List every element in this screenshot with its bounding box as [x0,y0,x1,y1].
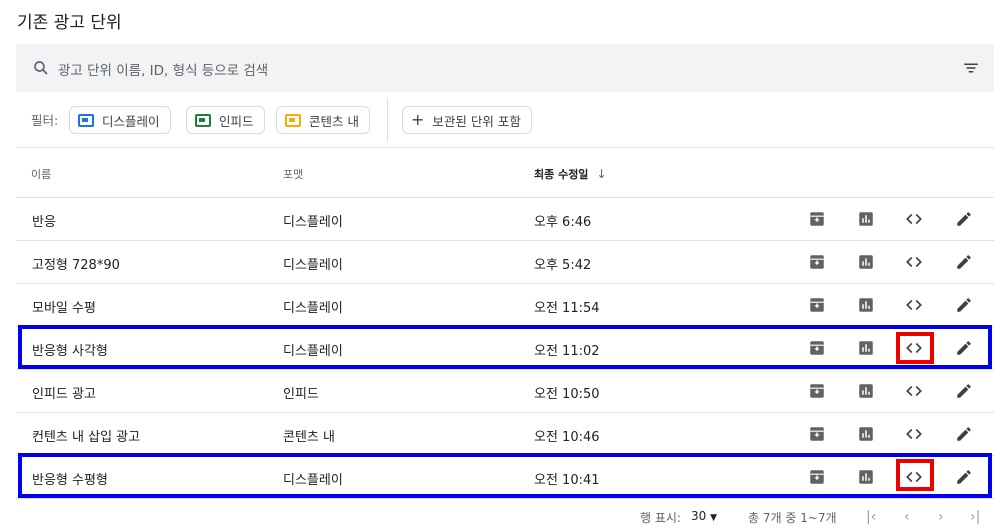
rows-per-page-value: 30 [691,509,707,523]
report-icon[interactable] [855,251,877,273]
ad-unit-format: 디스플레이 [283,215,343,230]
ad-unit-name[interactable]: 컨텐츠 내 삽입 광고 [32,426,140,445]
edit-icon[interactable] [953,423,975,445]
report-icon[interactable] [855,208,877,230]
report-icon[interactable] [855,423,877,445]
search-bar[interactable]: 광고 단위 이름, ID, 형식 등으로 검색 [16,44,994,92]
ad-unit-name[interactable]: 반응 [32,211,56,230]
filter-list-icon[interactable] [962,59,980,77]
chip-infeed[interactable]: 인피드 [186,106,265,134]
sort-down-icon[interactable]: ↓ [596,167,606,181]
chip-label: 인피드 [219,113,254,129]
table-row: 반응 디스플레이 오후 6:46 [16,198,994,241]
archive-icon[interactable] [806,294,828,316]
code-icon[interactable] [903,380,925,402]
ad-unit-name[interactable]: 인피드 광고 [32,383,96,402]
search-input[interactable]: 광고 단위 이름, ID, 형식 등으로 검색 [58,59,268,79]
code-icon[interactable] [903,208,925,230]
archive-icon[interactable] [806,251,828,273]
display-ad-icon [78,113,94,127]
archive-icon[interactable] [806,423,828,445]
column-header-modified-label: 최종 수정일 [534,168,589,181]
next-page-icon[interactable]: › [938,509,944,525]
filter-row: 필터: 디스플레이 인피드 콘텐츠 내 + 보관된 단위 포함 [16,92,994,148]
highlight-code-box [896,459,934,491]
rows-per-page-label: 행 표시: [640,511,681,525]
chip-divider [387,98,388,142]
ad-unit-format: 인피드 [283,387,319,402]
chip-label: 디스플레이 [102,113,160,129]
chip-label: 콘텐츠 내 [309,113,359,129]
code-icon[interactable] [903,294,925,316]
chip-include-archived[interactable]: + 보관된 단위 포함 [402,106,532,134]
first-page-icon[interactable]: |‹ [866,509,876,525]
archive-icon[interactable] [806,208,828,230]
dropdown-arrow-icon: ▼ [710,513,718,523]
column-header-name[interactable]: 이름 [31,166,51,182]
archive-icon[interactable] [806,380,828,402]
table-row: 모바일 수평 디스플레이 오전 11:54 [16,284,994,327]
chip-label: 보관된 단위 포함 [432,113,521,129]
ad-unit-modified: 오후 5:42 [534,258,592,273]
report-icon[interactable] [855,294,877,316]
ad-unit-modified: 오후 6:46 [534,215,592,230]
code-icon[interactable] [903,251,925,273]
chip-incontent[interactable]: 콘텐츠 내 [276,106,370,134]
highlight-row-box [18,453,992,498]
filter-label: 필터: [31,113,59,128]
ad-unit-modified: 오전 11:54 [534,301,600,316]
ad-unit-modified: 오전 10:46 [534,430,600,445]
infeed-ad-icon [195,113,211,127]
code-icon[interactable] [903,423,925,445]
edit-icon[interactable] [953,208,975,230]
highlight-row-box [18,325,992,369]
ad-unit-name[interactable]: 모바일 수평 [32,297,96,316]
table-row: 인피드 광고 인피드 오전 10:50 [16,370,994,413]
last-page-icon[interactable]: ›| [970,509,980,525]
chip-display[interactable]: 디스플레이 [69,106,171,134]
ad-unit-format: 콘텐츠 내 [283,430,335,445]
table-row: 컨텐츠 내 삽입 광고 콘텐츠 내 오전 10:46 [16,413,994,456]
report-icon[interactable] [855,380,877,402]
edit-icon[interactable] [953,294,975,316]
ad-unit-format: 디스플레이 [283,258,343,273]
highlight-code-box [896,332,934,364]
edit-icon[interactable] [953,251,975,273]
table-header: 이름 포맷 최종 수정일 ↓ [16,148,994,198]
edit-icon[interactable] [953,380,975,402]
column-header-modified[interactable]: 최종 수정일 ↓ [534,166,607,182]
previous-page-icon[interactable]: ‹ [904,509,910,525]
pagination-range: 총 7개 중 1~7개 [748,511,837,525]
page-title: 기존 광고 단위 [17,13,122,33]
column-header-format[interactable]: 포맷 [283,166,303,182]
plus-icon: + [411,110,425,129]
ad-unit-name[interactable]: 고정형 728*90 [32,254,120,273]
ad-unit-modified: 오전 10:50 [534,387,600,402]
search-icon [32,59,50,77]
incontent-ad-icon [285,113,301,127]
ad-unit-format: 디스플레이 [283,301,343,316]
table-row: 고정형 728*90 디스플레이 오후 5:42 [16,241,994,284]
rows-per-page-select[interactable]: 30 ▼ [691,509,717,523]
